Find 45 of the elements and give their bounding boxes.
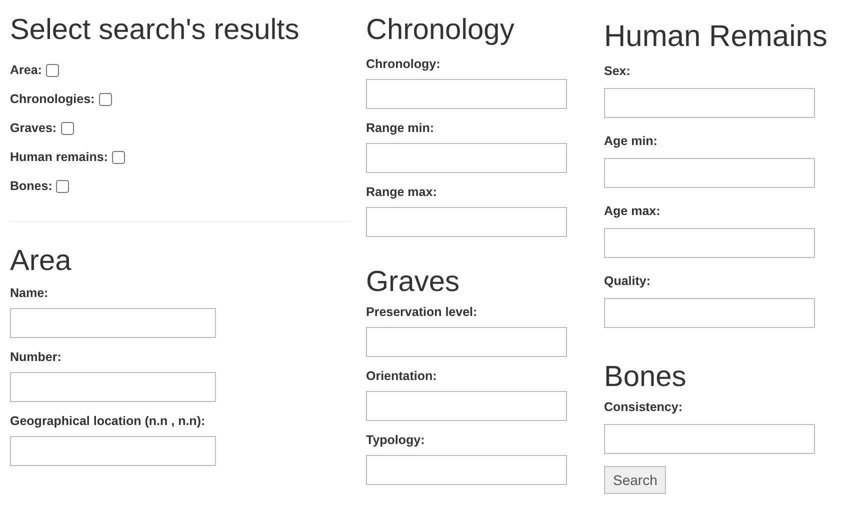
- field-label: Range max:: [366, 184, 437, 201]
- field-label: Sex:: [604, 63, 630, 80]
- field-label: Age max:: [604, 203, 660, 220]
- text-field[interactable]: [604, 158, 815, 188]
- text-field[interactable]: [604, 424, 815, 454]
- text-field[interactable]: [366, 327, 567, 357]
- text-field[interactable]: [604, 298, 815, 328]
- field-label: Chronology:: [366, 56, 440, 73]
- section-heading: Graves: [366, 265, 460, 299]
- checkbox[interactable]: [112, 150, 125, 164]
- checkbox[interactable]: [56, 180, 70, 192]
- text-field[interactable]: [10, 436, 216, 466]
- field-label: Preservation level:: [366, 304, 478, 321]
- option-label: Area:: [10, 62, 42, 79]
- field-label: Age min:: [604, 133, 658, 150]
- text-field[interactable]: [604, 88, 815, 118]
- option-label: Graves:: [10, 120, 57, 137]
- search-button[interactable]: Search: [604, 466, 666, 494]
- section-heading: Chronology: [366, 13, 514, 47]
- field-label: Consistency:: [604, 399, 682, 416]
- text-field[interactable]: [604, 228, 815, 258]
- field-label: Name:: [10, 285, 48, 302]
- section-heading: Select search's results: [10, 13, 300, 47]
- section-heading: Human Remains: [604, 20, 828, 54]
- field-label: Typology:: [366, 432, 425, 449]
- text-field[interactable]: [366, 143, 567, 173]
- option-label: Bones:: [10, 178, 52, 195]
- checkbox[interactable]: [98, 92, 112, 106]
- checkbox[interactable]: [46, 64, 59, 76]
- section-heading: Bones: [604, 360, 686, 394]
- text-field[interactable]: [366, 455, 567, 485]
- text-field[interactable]: [366, 391, 567, 421]
- text-field[interactable]: [366, 207, 567, 237]
- field-label: Orientation:: [366, 368, 437, 385]
- field-label: Quality:: [604, 273, 651, 290]
- option-label: Chronologies:: [10, 91, 95, 108]
- text-field[interactable]: [10, 308, 216, 338]
- section-heading: Area: [10, 244, 72, 278]
- text-field[interactable]: [10, 372, 216, 402]
- checkbox[interactable]: [60, 122, 74, 134]
- field-label: Geographical location (n.n , n.n):: [10, 413, 206, 430]
- text-field[interactable]: [366, 79, 567, 109]
- field-label: Range min:: [366, 120, 434, 137]
- option-label: Human remains:: [10, 149, 108, 166]
- field-label: Number:: [10, 349, 62, 366]
